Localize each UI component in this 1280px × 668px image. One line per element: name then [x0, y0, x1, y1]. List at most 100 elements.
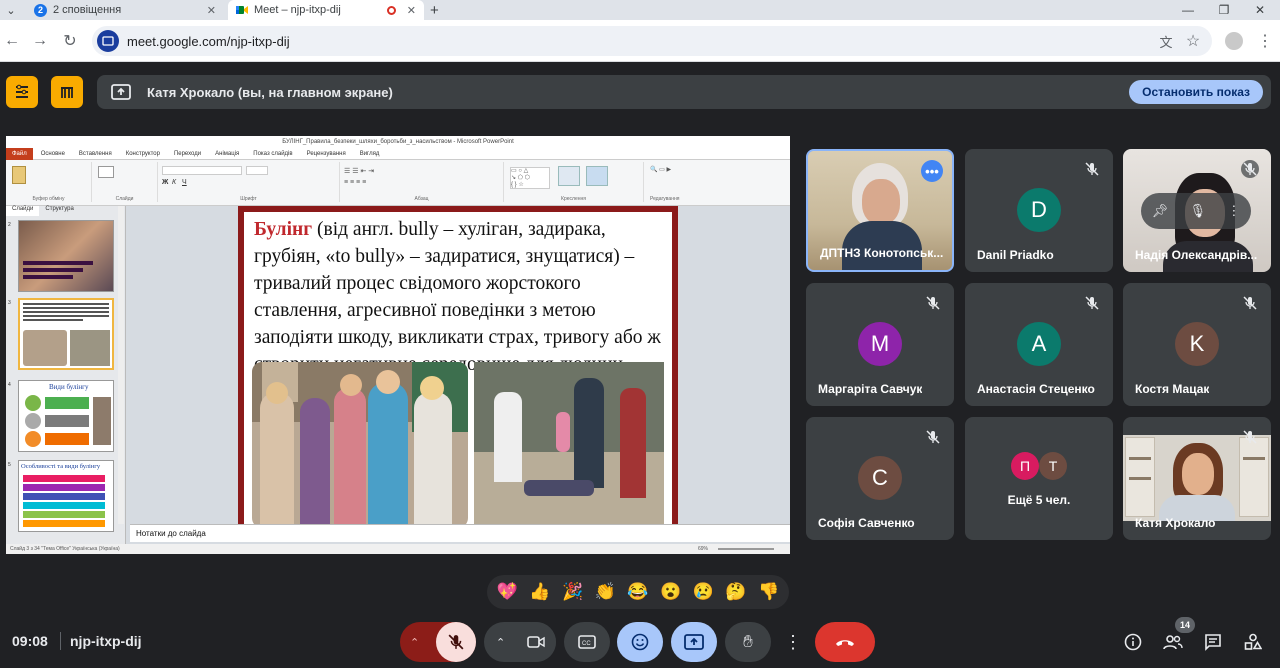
shapes-gallery[interactable]: ▭ ○ △ ↘ ⬠ ⬡{ } ☆	[510, 167, 550, 189]
bookmark-star-icon[interactable]: ☆	[1183, 31, 1203, 51]
meet-icon	[236, 6, 248, 14]
audio-options-chevron-icon[interactable]: ⌃	[410, 636, 419, 649]
thumbnail-scrollbar[interactable]	[118, 206, 124, 524]
tab-meet[interactable]: Meet – njp-itxp-dij ✕	[228, 0, 424, 20]
slide-thumbnail-5[interactable]: Особливості та види булінгу	[18, 460, 114, 532]
thumbs-down-reaction[interactable]: 👎	[758, 582, 779, 602]
more-options-icon[interactable]: •••	[921, 160, 943, 182]
chat-icon[interactable]	[1199, 628, 1227, 656]
mic-off-icon	[1083, 160, 1101, 178]
surprised-reaction[interactable]: 😮	[660, 582, 681, 602]
participant-name: ДПТНЗ Конотопськ...	[820, 246, 944, 260]
more-participants-tile[interactable]: П Т Ещё 5 чел.	[965, 417, 1113, 540]
party-popper-reaction[interactable]: 🎉	[562, 582, 583, 602]
thumbs-up-reaction[interactable]: 👍	[529, 582, 550, 602]
more-options-button[interactable]: ⋮	[779, 622, 807, 662]
slide-thumbnail-2[interactable]	[18, 220, 114, 292]
leave-call-button[interactable]	[815, 622, 875, 662]
tab-outline[interactable]: Структура	[39, 206, 79, 216]
font-size-field[interactable]	[246, 166, 268, 175]
laughing-reaction[interactable]: 😂	[627, 582, 648, 602]
minimize-icon[interactable]: —	[1170, 0, 1206, 20]
paste-icon[interactable]	[12, 166, 26, 184]
more-participants-label: Ещё 5 чел.	[1007, 493, 1071, 507]
camera-toggle-button[interactable]	[516, 622, 556, 662]
back-icon[interactable]: ←	[2, 31, 22, 51]
underline-icon[interactable]: Ч	[182, 179, 187, 186]
participant-tile[interactable]: C Софія Савченко	[806, 417, 954, 540]
activities-icon[interactable]	[1239, 628, 1267, 656]
slide-thumbnail-4[interactable]: Види булінгу	[18, 380, 114, 452]
microphone-control: ⌃	[400, 622, 476, 662]
tab-slides[interactable]: Слайди	[6, 206, 40, 216]
italic-icon[interactable]: К	[172, 179, 176, 186]
video-options-chevron-icon[interactable]: ⌃	[496, 636, 505, 649]
raise-hand-button[interactable]: ✋︎	[725, 622, 771, 662]
more-options-icon[interactable]: ⋮	[1227, 203, 1240, 219]
omnibox[interactable]: meet.google.com/njp-itxp-dij	[92, 26, 1212, 56]
participant-name: Софія Савченко	[818, 516, 915, 530]
meeting-info-icon[interactable]	[1119, 628, 1147, 656]
participant-tile[interactable]: D Danil Priadko	[965, 149, 1113, 272]
profile-avatar[interactable]	[1225, 32, 1243, 50]
translate-icon[interactable]: 文	[1156, 31, 1176, 51]
slide-number: 4	[8, 382, 11, 388]
mute-icon[interactable]: 🎙︎	[1189, 203, 1206, 219]
mic-toggle-button[interactable]	[436, 622, 476, 662]
font-name-field[interactable]	[162, 166, 242, 175]
ribbon-group-editing: 🔍 ▭ ▶ Редагування	[650, 166, 680, 202]
participant-tile-self[interactable]: Катя Хрокало	[1123, 417, 1271, 540]
new-slide-icon[interactable]	[98, 166, 114, 178]
window-close-icon[interactable]: ✕	[1242, 0, 1278, 20]
quick-styles-icon[interactable]	[586, 166, 608, 186]
pin-icon[interactable]: 📌︎	[1152, 203, 1169, 219]
ribbon-tab[interactable]: Вставлення	[79, 151, 112, 157]
ribbon-tab[interactable]: Анімація	[215, 151, 239, 157]
captions-button[interactable]: CC	[564, 622, 610, 662]
thinking-reaction[interactable]: 🤔	[725, 582, 746, 602]
crying-reaction[interactable]: 😢	[693, 582, 714, 602]
bullets-icon[interactable]: ☰ ☰ ⇤ ⇥	[344, 167, 374, 175]
zoom-slider[interactable]	[718, 548, 774, 550]
restore-icon[interactable]: ❐	[1206, 0, 1242, 20]
participant-tile[interactable]: A Анастасія Стеценко	[965, 283, 1113, 406]
site-info-icon[interactable]	[97, 30, 119, 52]
close-icon[interactable]: ✕	[207, 4, 216, 17]
participant-tile[interactable]: 📌︎ 🎙︎ ⋮ Надія Олександрів...	[1123, 149, 1271, 272]
sparkling-heart-reaction[interactable]: 💖	[497, 582, 518, 602]
participant-tile[interactable]: M Маргаріта Савчук	[806, 283, 954, 406]
participant-tile[interactable]: ••• ДПТНЗ Конотопськ...	[806, 149, 954, 272]
reactions-button[interactable]	[617, 622, 663, 662]
clapping-reaction[interactable]: 👏	[595, 582, 616, 602]
slide-content: Булінг (від англ. bully – хуліган, задир…	[244, 212, 672, 528]
bold-icon[interactable]: Ж	[162, 179, 168, 186]
host-controls-icon[interactable]	[6, 76, 38, 108]
mic-off-icon	[1241, 160, 1259, 178]
align-icon[interactable]: ≡ ≡ ≡ ≡	[344, 179, 366, 186]
new-tab-button[interactable]: +	[430, 0, 446, 20]
arrange-icon[interactable]	[558, 166, 580, 186]
layout-icon[interactable]	[51, 76, 83, 108]
stop-presenting-button[interactable]: Остановить показ	[1129, 80, 1263, 104]
tab-notifications[interactable]: 2 2 сповіщення ✕	[28, 0, 224, 20]
tab-list-icon[interactable]: ⌄	[0, 0, 22, 20]
ribbon-tab[interactable]: Рецензування	[307, 151, 346, 157]
meet-top-bar: Катя Хрокало (вы, на главном экране) Ост…	[0, 62, 1280, 128]
forward-icon[interactable]: →	[30, 31, 50, 51]
ribbon-tab[interactable]: Конструктор	[126, 151, 160, 157]
meet-control-bar: 09:08 njp-itxp-dij ⌃ ⌃ CC ✋︎ ⋮	[0, 612, 1280, 668]
file-tab[interactable]: Файл	[6, 147, 33, 160]
browser-menu-icon[interactable]: ⋮	[1255, 31, 1275, 51]
address-bar-row: ← → ↻ meet.google.com/njp-itxp-dij 文 ☆ ⋮	[0, 20, 1280, 62]
ribbon-tab[interactable]: Основне	[41, 151, 65, 157]
participant-tile[interactable]: K Костя Мацак	[1123, 283, 1271, 406]
ribbon-tab[interactable]: Вигляд	[360, 151, 380, 157]
present-now-button[interactable]	[671, 622, 717, 662]
slide-notes[interactable]: Нотатки до слайда	[130, 524, 790, 542]
find-replace-icon[interactable]: 🔍 ▭ ▶	[650, 166, 671, 174]
reload-icon[interactable]: ↻	[60, 31, 80, 51]
slide-thumbnail-3-selected[interactable]	[18, 298, 114, 370]
close-icon[interactable]: ✕	[407, 4, 416, 17]
ribbon-tab[interactable]: Показ слайдів	[253, 151, 292, 157]
ribbon-tab[interactable]: Переходи	[174, 151, 201, 157]
